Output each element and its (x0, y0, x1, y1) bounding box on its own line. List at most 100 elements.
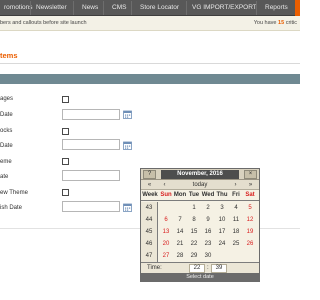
calendar-day-cell[interactable]: 5 (243, 202, 257, 214)
calendar-nav-row: « ‹ today › » (141, 180, 259, 190)
calendar-day-cell[interactable]: 29 (187, 250, 201, 262)
calendar-month-title: November, 2016 (161, 170, 239, 179)
top-navigation: romotions Newsletter News CMS Store Loca… (0, 0, 300, 16)
calendar-day-cell[interactable]: 12 (243, 214, 257, 226)
nav-item-newsletter[interactable]: Newsletter (32, 0, 67, 16)
calendar-day-cell[interactable]: 1 (187, 202, 201, 214)
calendar-hour-input[interactable]: 22 (189, 264, 205, 273)
field-label: Date (0, 112, 13, 118)
calendar-next-year-button[interactable]: » (244, 181, 257, 189)
notice-count: 15 (278, 20, 285, 26)
calendar-prev-month-button[interactable]: ‹ (158, 181, 171, 189)
calendar-day-cell[interactable]: 28 (173, 250, 187, 262)
field-label: ate (0, 174, 9, 180)
calendar-day-cell (215, 250, 229, 262)
calendar-icon[interactable] (123, 141, 132, 150)
calendar-day-cell[interactable]: 13 (159, 226, 173, 238)
calendar-day-cell[interactable]: 10 (215, 214, 229, 226)
calendar-day-cell[interactable]: 8 (187, 214, 201, 226)
calendar-day-name: Sat (245, 192, 255, 198)
date-input[interactable] (62, 170, 120, 181)
calendar-day-cell[interactable]: 18 (229, 226, 243, 238)
nav-divider (256, 1, 257, 15)
calendar-day-cell[interactable]: 30 (201, 250, 215, 262)
calendar-day-cell[interactable]: 6 (159, 214, 173, 226)
checkbox[interactable] (62, 189, 69, 196)
calendar-day-cell[interactable]: 16 (201, 226, 215, 238)
nav-divider (73, 1, 74, 15)
calendar-day-cell[interactable]: 2 (201, 202, 215, 214)
calendar-week-number: 43 (145, 205, 153, 211)
calendar-day-cell[interactable]: 11 (229, 214, 243, 226)
field-label: eme (0, 159, 12, 165)
date-input[interactable] (62, 201, 120, 212)
nav-item-active-marker[interactable] (295, 0, 300, 16)
calendar-day-cell[interactable]: 24 (215, 238, 229, 250)
checkbox[interactable] (62, 96, 69, 103)
nav-item-store-locator[interactable]: Store Locator (136, 0, 179, 16)
checkbox[interactable] (62, 128, 69, 135)
calendar-day-cell (159, 202, 173, 214)
calendar-day-cell[interactable]: 9 (201, 214, 215, 226)
calendar-day-cell[interactable]: 21 (173, 238, 187, 250)
calendar-day-cell (243, 250, 257, 262)
calendar-day-name: Mon (173, 192, 187, 198)
calendar-day-cell[interactable]: 23 (201, 238, 215, 250)
calendar-day-cell (173, 202, 187, 214)
notice-suffix: critic (285, 20, 297, 26)
calendar-title-bar: ? November, 2016 × (141, 169, 259, 180)
field-label: Date (0, 143, 13, 149)
calendar-day-cell[interactable]: 4 (229, 202, 243, 214)
field-label: ish Date (0, 205, 23, 211)
calendar-day-cell[interactable]: 26 (243, 238, 257, 250)
calendar-week-number: 46 (145, 241, 153, 247)
field-label: ages (0, 96, 14, 102)
calendar-next-month-button[interactable]: › (229, 181, 242, 189)
calendar-help-button[interactable]: ? (143, 170, 156, 179)
calendar-prev-year-button[interactable]: « (143, 181, 156, 189)
nav-item-vg-import-export[interactable]: VG IMPORT/EXPORT (188, 0, 257, 16)
date-input[interactable] (62, 139, 120, 150)
calendar-minute-input[interactable]: 39 (211, 264, 227, 273)
checkbox[interactable] (62, 158, 69, 165)
nav-divider (30, 1, 31, 15)
calendar-popup: ? November, 2016 × « ‹ today › » Week Su… (140, 168, 260, 282)
field-label: ew Theme (0, 190, 28, 196)
calendar-week-label: Week (142, 192, 158, 198)
nav-item-reports[interactable]: Reports (261, 0, 288, 16)
calendar-day-name: Sun (160, 192, 172, 198)
nav-divider (186, 1, 187, 15)
nav-item-cms[interactable]: CMS (108, 0, 126, 16)
calendar-day-cell[interactable]: 14 (173, 226, 187, 238)
notice-prefix: You have (253, 20, 277, 26)
date-input[interactable] (62, 109, 120, 120)
calendar-week-number: 44 (145, 217, 153, 223)
calendar-day-cell[interactable]: 15 (187, 226, 201, 238)
calendar-day-cell[interactable]: 22 (187, 238, 201, 250)
system-notice: bers and callouts before site launch You… (0, 16, 300, 31)
nav-item-news[interactable]: News (78, 0, 98, 16)
calendar-day-name: Wed (201, 192, 215, 198)
calendar-day-cell[interactable]: 20 (159, 238, 173, 250)
notice-critical-count[interactable]: You have 15 critic (254, 20, 297, 26)
calendar-time-row: Time: 22 : 39 (141, 262, 259, 273)
calendar-day-name: Tue (188, 192, 200, 198)
calendar-icon[interactable] (123, 110, 132, 119)
calendar-day-cell[interactable]: 17 (215, 226, 229, 238)
calendar-week-number: 45 (145, 229, 153, 235)
calendar-day-cell[interactable]: 7 (173, 214, 187, 226)
calendar-day-cell[interactable]: 25 (229, 238, 243, 250)
calendar-icon[interactable] (123, 203, 132, 212)
calendar-close-button[interactable]: × (244, 170, 257, 179)
calendar-status-bar: Select date (141, 273, 259, 281)
field-label: ocks (0, 128, 13, 134)
calendar-time-separator: : (207, 265, 209, 271)
calendar-today-button[interactable]: today (173, 181, 227, 189)
calendar-day-cell[interactable]: 27 (159, 250, 173, 262)
calendar-day-cell[interactable]: 19 (243, 226, 257, 238)
nav-item-promotions[interactable]: romotions (0, 0, 33, 16)
calendar-day-name: Thu (216, 192, 228, 198)
calendar-day-cell[interactable]: 3 (215, 202, 229, 214)
calendar-week-number: 47 (145, 253, 153, 259)
calendar-time-label: Time: (147, 265, 162, 271)
